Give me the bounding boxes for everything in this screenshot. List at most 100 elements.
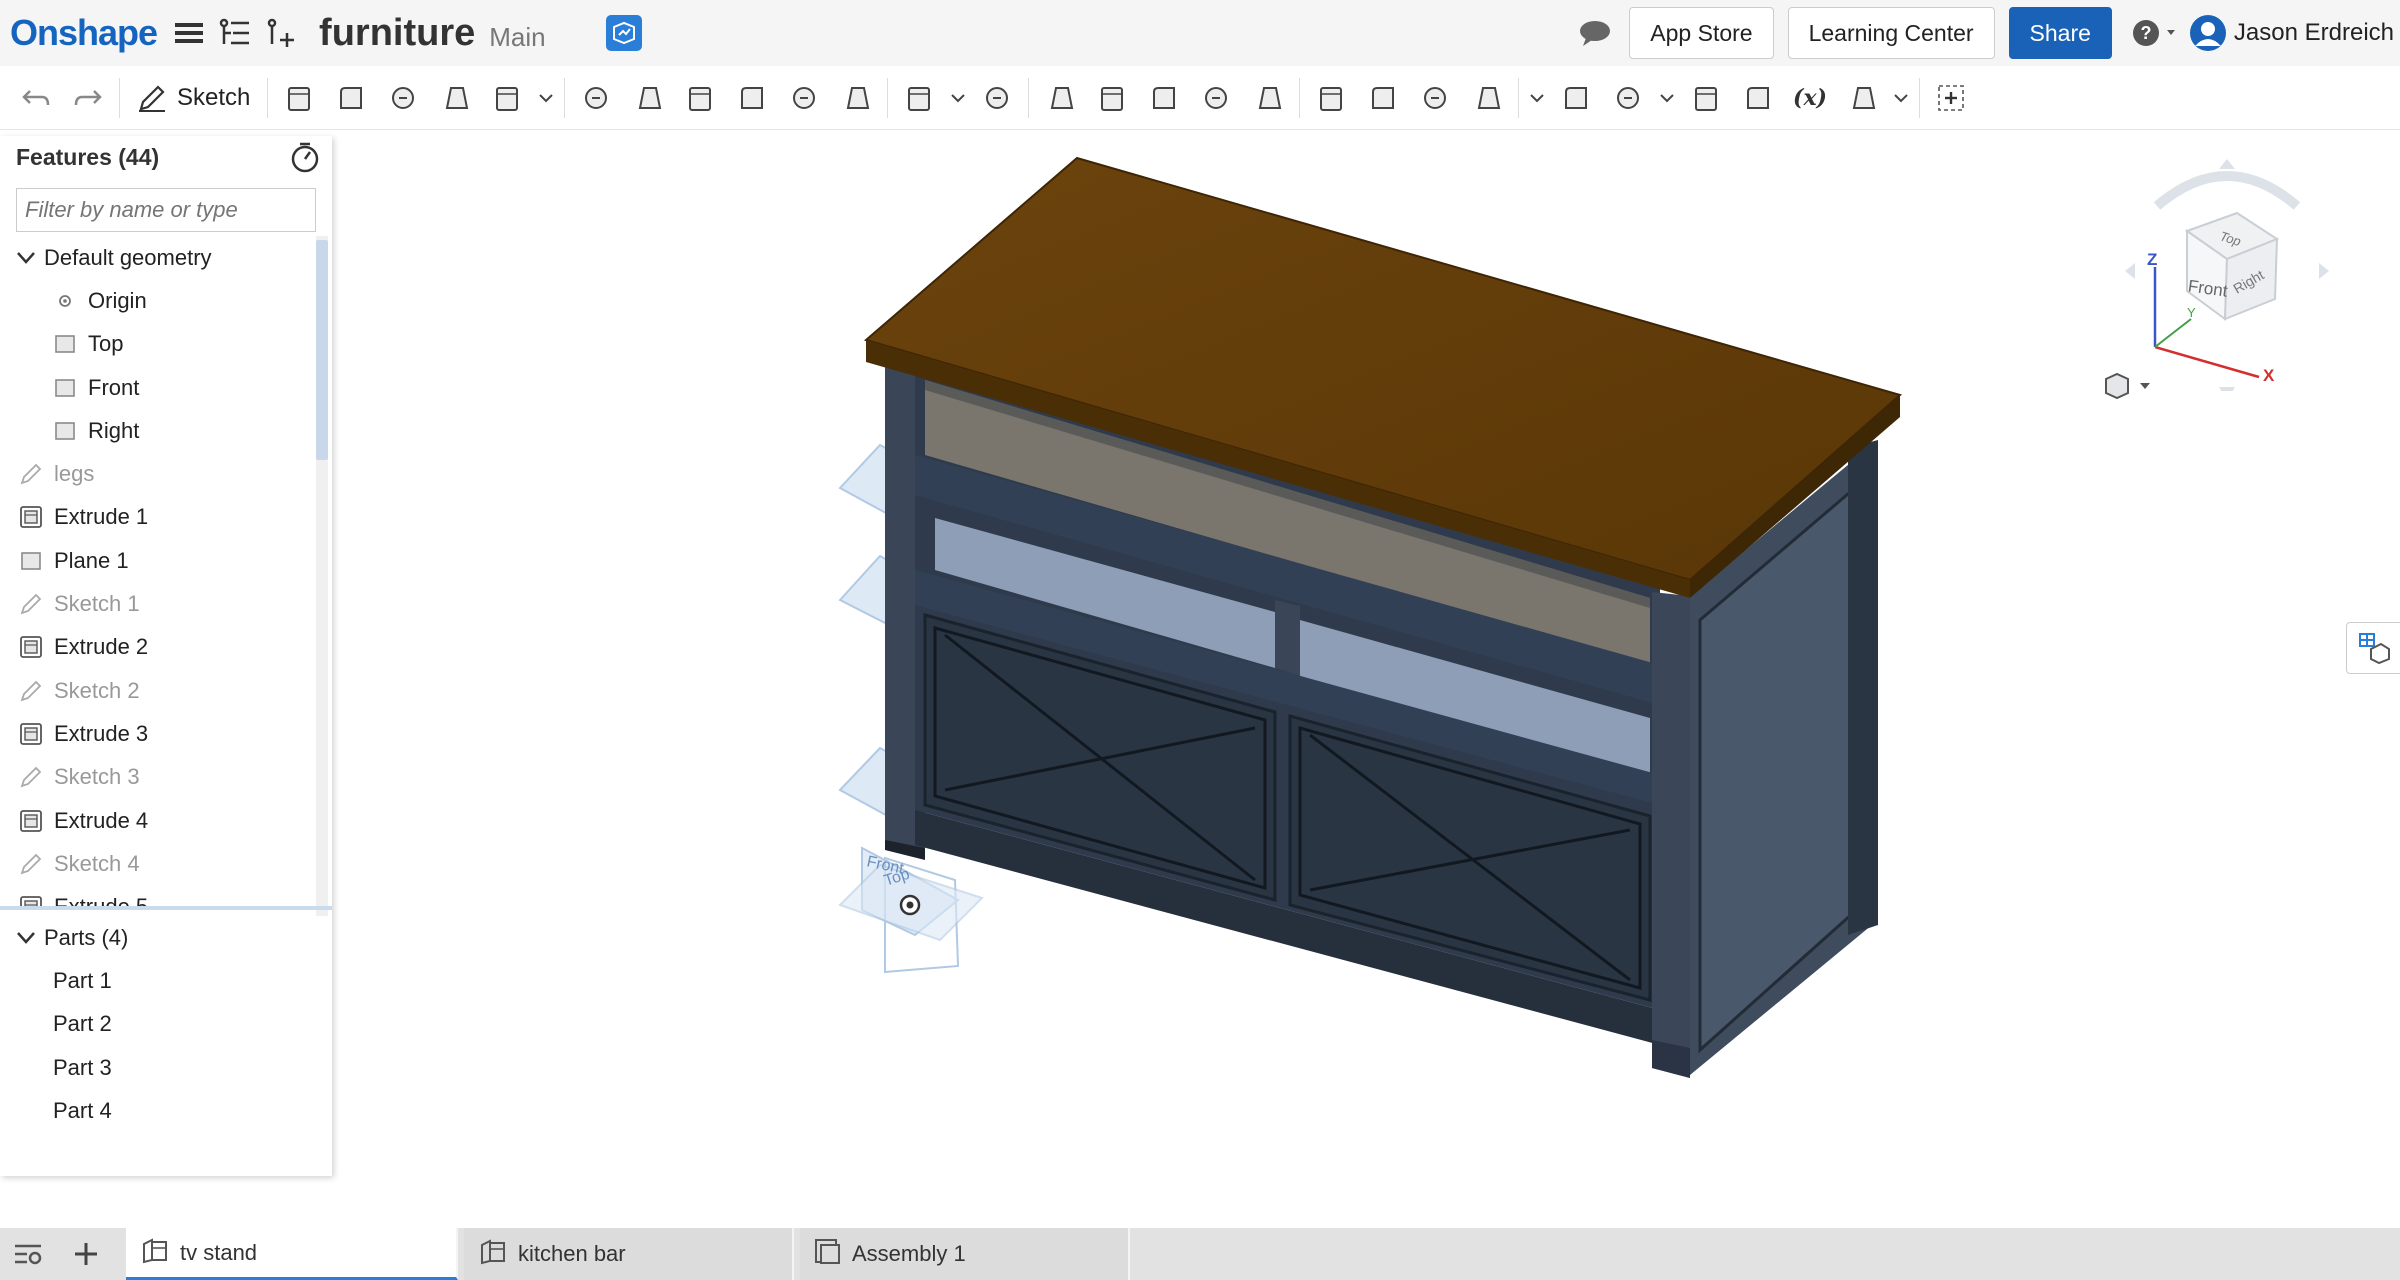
versions-icon[interactable] [215, 13, 255, 53]
feature-item[interactable]: Extrude 4 [0, 799, 316, 842]
chevron-down-icon[interactable] [945, 72, 971, 124]
feature-item[interactable]: Extrude 1 [0, 496, 316, 539]
parts-list: Parts (4) Part 1 Part 2 Part 3 Part 4 [0, 916, 316, 1132]
transform-icon[interactable] [1138, 72, 1190, 124]
shell-icon[interactable] [778, 72, 830, 124]
boolean-icon[interactable] [1034, 72, 1086, 124]
feature-item[interactable]: legs [0, 452, 316, 495]
view-cube[interactable]: Top Front Right Z X Y [2117, 151, 2337, 391]
document-title[interactable]: furniture [319, 12, 475, 55]
help-icon[interactable]: ? [2128, 13, 2180, 53]
axis-x-label: X [2263, 366, 2275, 385]
sketch-button[interactable]: Sketch [125, 72, 262, 124]
extrude-icon[interactable] [273, 72, 325, 124]
feature-item[interactable]: Origin [0, 279, 316, 322]
svg-text:(x): (x) [1793, 85, 1827, 111]
hole-icon[interactable] [830, 72, 882, 124]
feature-item[interactable]: Sketch 4 [0, 842, 316, 885]
sketch-label: Sketch [177, 83, 251, 111]
tab-part-studio[interactable]: tv stand [126, 1228, 458, 1280]
sketch-icon [18, 764, 44, 790]
panel-resize-handle[interactable] [0, 906, 332, 910]
rib-icon[interactable] [726, 72, 778, 124]
split-icon[interactable] [1086, 72, 1138, 124]
thicken-icon[interactable] [481, 72, 533, 124]
mirror-icon[interactable] [971, 72, 1023, 124]
menu-icon[interactable] [169, 13, 209, 53]
variable-icon[interactable]: (x) [1784, 72, 1836, 124]
axis-y-label: Y [2187, 305, 2196, 320]
tab-assembly[interactable]: Assembly 1 [800, 1228, 1130, 1280]
model-canvas[interactable]: Front Top [332, 131, 2400, 1228]
parts-group[interactable]: Parts (4) [0, 916, 316, 959]
chevron-down-icon[interactable] [1654, 72, 1680, 124]
plane-icon[interactable] [1550, 72, 1602, 124]
sketch-icon [18, 851, 44, 877]
offset-surface-icon[interactable] [1461, 72, 1513, 124]
revolve-icon[interactable] [325, 72, 377, 124]
feature-filter-input[interactable] [16, 188, 316, 232]
modify-fillet-icon[interactable] [1242, 72, 1294, 124]
feature-item[interactable]: Extrude 3 [0, 712, 316, 755]
rollback-timer-icon[interactable] [290, 141, 320, 173]
feature-item[interactable]: Right [0, 409, 316, 452]
feature-item[interactable]: Sketch 1 [0, 582, 316, 625]
feature-item[interactable]: Plane 1 [0, 539, 316, 582]
pattern-icon[interactable] [893, 72, 945, 124]
feature-tools-icon[interactable] [1836, 72, 1888, 124]
chevron-down-icon[interactable] [16, 931, 36, 945]
share-button[interactable]: Share [2008, 7, 2112, 59]
chevron-down-icon[interactable] [533, 72, 559, 124]
add-tab-icon[interactable] [56, 1228, 116, 1280]
onshape-logo[interactable]: Onshape [10, 12, 158, 54]
move-face-icon[interactable] [1357, 72, 1409, 124]
feature-item[interactable]: Front [0, 366, 316, 409]
default-geometry-group[interactable]: Default geometry [0, 236, 316, 279]
comments-icon[interactable] [1575, 13, 1615, 53]
chevron-down-icon[interactable] [1888, 72, 1914, 124]
part-item[interactable]: Part 3 [0, 1046, 316, 1089]
mate-connector-icon[interactable] [1680, 72, 1732, 124]
replace-face-icon[interactable] [1409, 72, 1461, 124]
app-store-button[interactable]: App Store [1629, 7, 1774, 59]
feature-item[interactable]: Extrude 2 [0, 626, 316, 669]
delete-face-icon[interactable] [1305, 72, 1357, 124]
insert-icon[interactable] [261, 13, 301, 53]
graphics-viewport[interactable]: Front Top Top Front Right Z X Y [332, 131, 2400, 1228]
loft-icon[interactable] [429, 72, 481, 124]
toolbar-divider [1299, 77, 1301, 118]
feature-item-label: Extrude 4 [54, 807, 149, 833]
feature-scrollbar-thumb[interactable] [316, 240, 328, 460]
derived-icon[interactable] [1732, 72, 1784, 124]
feature-item[interactable]: Sketch 3 [0, 756, 316, 799]
redo-icon[interactable] [62, 72, 114, 124]
helix-icon[interactable] [1602, 72, 1654, 124]
view-options-icon[interactable] [2102, 371, 2156, 401]
feature-item[interactable]: Extrude 5 [0, 885, 316, 908]
education-badge-icon[interactable] [605, 15, 642, 51]
part-item[interactable]: Part 1 [0, 959, 316, 1002]
learning-center-button[interactable]: Learning Center [1787, 7, 1995, 59]
tab-manager-icon[interactable] [0, 1228, 56, 1280]
feature-item[interactable]: Sketch 2 [0, 669, 316, 712]
feature-panel-header: Features (44) [0, 136, 332, 178]
tab-part-studio[interactable]: kitchen bar [464, 1228, 794, 1280]
feature-item[interactable]: Top [0, 323, 316, 366]
configurations-panel-icon[interactable] [2346, 622, 2400, 674]
user-menu[interactable]: Jason Erdreich [2234, 19, 2394, 47]
add-custom-feature-icon[interactable] [1925, 72, 1977, 124]
chamfer-icon[interactable] [622, 72, 674, 124]
draft-icon[interactable] [674, 72, 726, 124]
delete-part-icon[interactable] [1190, 72, 1242, 124]
part-item[interactable]: Part 4 [0, 1089, 316, 1132]
document-branch[interactable]: Main [489, 22, 545, 53]
avatar[interactable] [2188, 13, 2228, 53]
chevron-down-icon[interactable] [1524, 72, 1550, 124]
chevron-down-icon[interactable] [16, 251, 36, 265]
undo-icon[interactable] [10, 72, 62, 124]
part-item[interactable]: Part 2 [0, 1003, 316, 1046]
fillet-icon[interactable] [570, 72, 622, 124]
axis-z-label: Z [2147, 250, 2157, 269]
sweep-icon[interactable] [377, 72, 429, 124]
extrude-icon [18, 808, 44, 834]
